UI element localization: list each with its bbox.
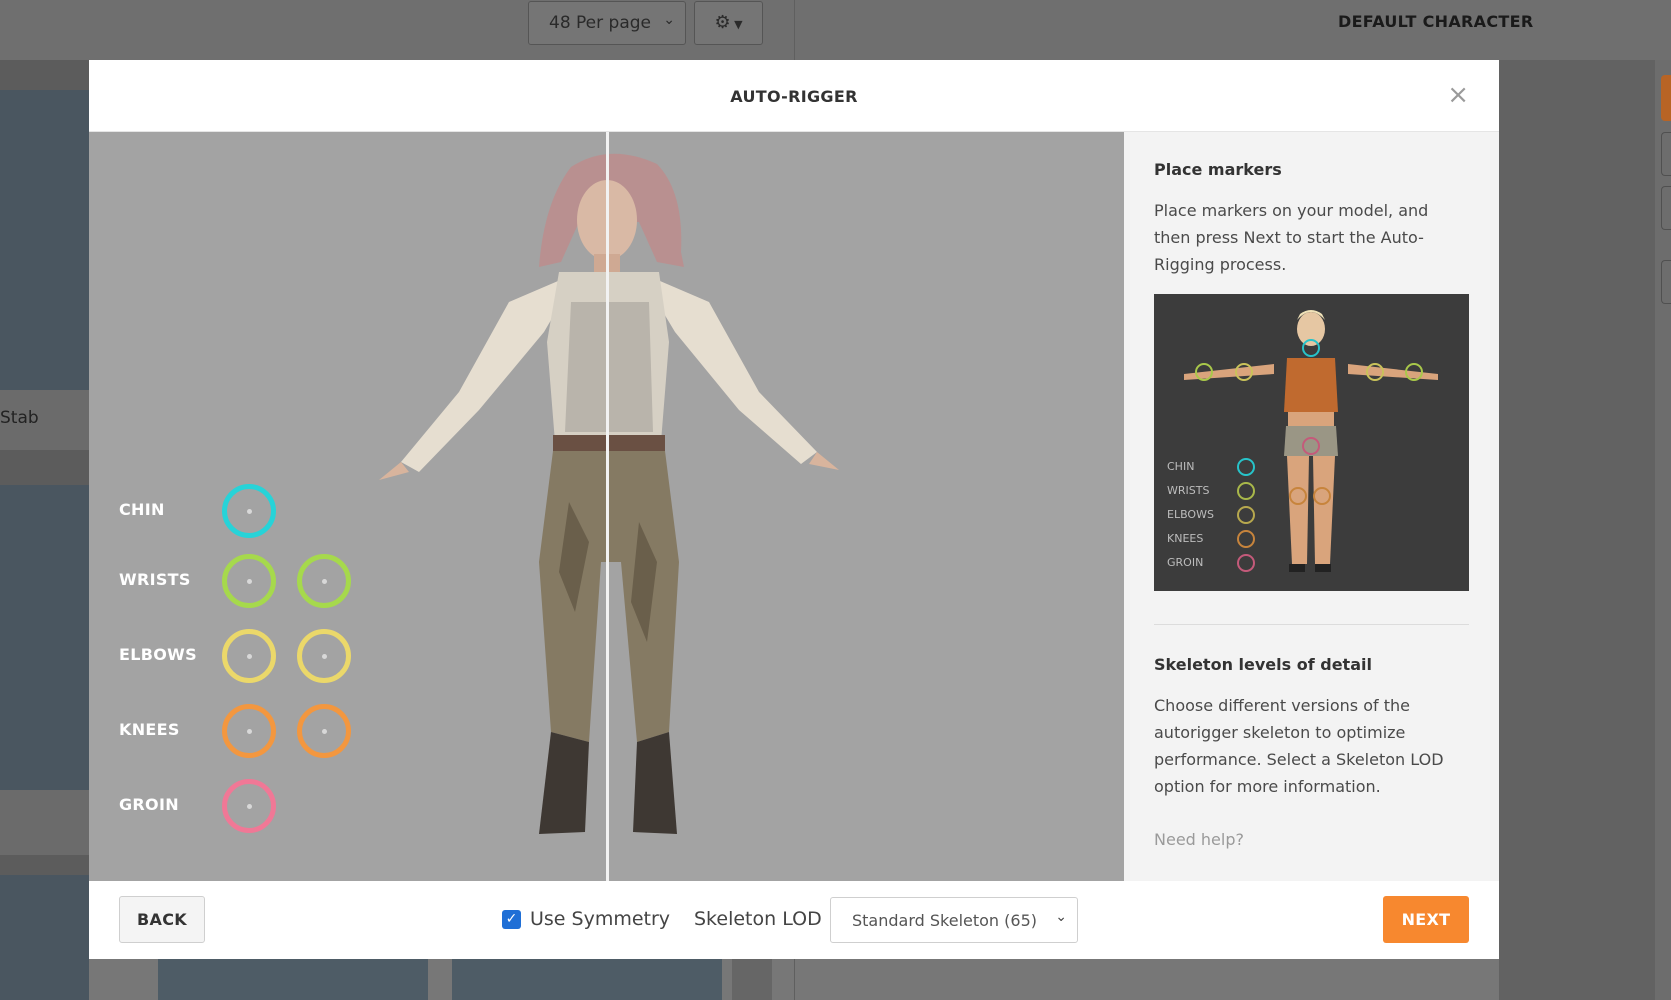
animation-card-thumbnail[interactable] — [0, 875, 89, 1000]
auto-rigger-modal: AUTO-RIGGER × CHIN WRISTS ELBOWS KNEES G… — [89, 60, 1499, 959]
animation-card-caption: Stab — [0, 390, 89, 450]
modal-footer: BACK ✓ Use Symmetry Skeleton LOD Standar… — [89, 881, 1499, 959]
background-card-column: Stab — [0, 60, 89, 1000]
animation-card-thumbnail[interactable] — [0, 90, 89, 390]
instructions-panel: Place markers Place markers on your mode… — [1124, 132, 1499, 881]
gear-icon: ⚙ — [714, 12, 731, 33]
close-icon[interactable]: × — [1447, 80, 1469, 110]
marker-label-wrists: WRISTS — [119, 570, 191, 589]
elbow-marker-right[interactable] — [297, 629, 351, 683]
marker-row-elbows: ELBOWS — [119, 625, 379, 685]
use-symmetry-control[interactable]: ✓ Use Symmetry — [502, 908, 670, 930]
default-character-heading: DEFAULT CHARACTER — [1338, 12, 1534, 31]
panel-divider — [1154, 624, 1469, 625]
marker-row-groin: GROIN — [119, 775, 379, 835]
marker-row-wrists: WRISTS — [119, 550, 379, 610]
animation-card-caption-empty — [0, 790, 89, 855]
skeleton-lod-title: Skeleton levels of detail — [1154, 655, 1372, 674]
skeleton-lod-value: Standard Skeleton (65) — [852, 911, 1037, 930]
background-orange-tab[interactable] — [1661, 75, 1671, 121]
back-button[interactable]: BACK — [119, 896, 205, 943]
model-viewport[interactable]: CHIN WRISTS ELBOWS KNEES GROIN — [89, 132, 1124, 881]
chin-marker[interactable] — [222, 484, 276, 538]
reference-figure — [1184, 310, 1438, 572]
use-symmetry-label[interactable]: Use Symmetry — [530, 908, 670, 930]
symmetry-line — [606, 132, 609, 881]
chevron-down-icon: ⌄ — [1055, 909, 1067, 925]
gear-dropdown-button[interactable]: ⚙ ▼ — [694, 1, 763, 45]
marker-reference-image: CHIN WRISTS ELBOWS KNEES GROIN — [1154, 294, 1469, 591]
character-model[interactable] — [339, 142, 899, 881]
per-page-select[interactable]: 48 Per page ⌄ — [528, 1, 686, 45]
chevron-down-icon: ⌄ — [663, 12, 675, 28]
groin-marker[interactable] — [222, 779, 276, 833]
marker-row-chin: CHIN — [119, 480, 379, 540]
knee-marker-right[interactable] — [297, 704, 351, 758]
skeleton-lod-label: Skeleton LOD — [694, 908, 822, 930]
background-right-area — [1499, 60, 1671, 1000]
per-page-label: 48 Per page — [549, 13, 651, 33]
animation-card-thumbnail[interactable] — [0, 485, 89, 790]
place-markers-title: Place markers — [1154, 160, 1282, 179]
wrist-marker-right[interactable] — [297, 554, 351, 608]
modal-header: AUTO-RIGGER × — [89, 60, 1499, 132]
marker-label-groin: GROIN — [119, 795, 179, 814]
knee-marker-left[interactable] — [222, 704, 276, 758]
marker-label-knees: KNEES — [119, 720, 180, 739]
skeleton-lod-select[interactable]: Standard Skeleton (65) ⌄ — [830, 897, 1078, 943]
background-tab[interactable] — [1661, 260, 1671, 304]
animation-card-thumbnail[interactable] — [452, 958, 722, 1000]
next-button[interactable]: NEXT — [1383, 896, 1469, 943]
marker-row-knees: KNEES — [119, 700, 379, 760]
use-symmetry-checkbox[interactable]: ✓ — [502, 909, 521, 929]
place-markers-text: Place markers on your model, and then pr… — [1154, 201, 1429, 274]
background-bottom-strip — [732, 958, 772, 1000]
animation-card-thumbnail[interactable] — [158, 958, 428, 1000]
marker-label-elbows: ELBOWS — [119, 645, 197, 664]
need-help-link[interactable]: Need help? — [1154, 830, 1469, 849]
background-tab[interactable] — [1661, 132, 1671, 176]
skeleton-lod-text: Choose different versions of the autorig… — [1154, 696, 1444, 796]
caret-down-icon: ▼ — [730, 18, 743, 31]
marker-label-chin: CHIN — [119, 500, 165, 519]
background-tab[interactable] — [1661, 186, 1671, 230]
wrist-marker-left[interactable] — [222, 554, 276, 608]
modal-title: AUTO-RIGGER — [730, 87, 858, 106]
elbow-marker-left[interactable] — [222, 629, 276, 683]
